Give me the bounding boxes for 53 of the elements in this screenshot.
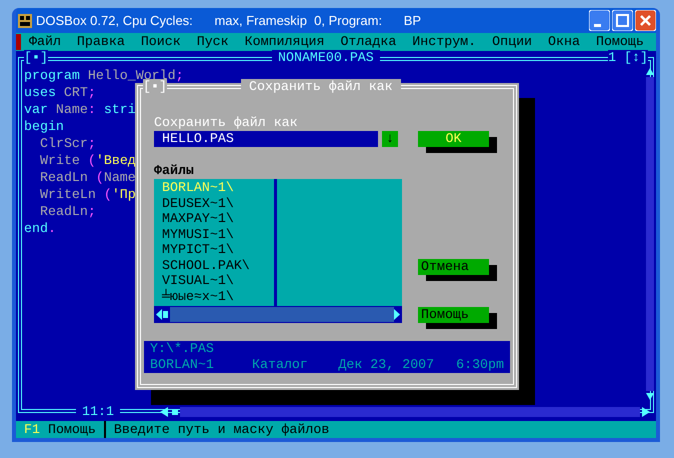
zoom-button[interactable]: [↕] bbox=[624, 50, 648, 66]
vertical-scrollbar[interactable] bbox=[646, 67, 654, 401]
code-line: end. bbox=[24, 220, 56, 237]
menu-item[interactable]: Окна bbox=[548, 33, 580, 51]
menu-item[interactable]: Опции bbox=[492, 33, 532, 51]
list-scrollbar[interactable] bbox=[154, 306, 402, 323]
file-item[interactable]: DEUSEX~1\ bbox=[162, 196, 274, 211]
menu-marker bbox=[16, 34, 21, 50]
app-icon bbox=[18, 14, 32, 28]
code-line: begin bbox=[24, 118, 64, 135]
horizontal-scrollbar[interactable] bbox=[160, 407, 650, 417]
menu-item[interactable]: Файл bbox=[29, 33, 61, 51]
file-name-field[interactable]: HELLO.PAS bbox=[154, 131, 378, 147]
info-type: Каталог bbox=[252, 357, 309, 373]
info-time: 6:30pm bbox=[456, 357, 504, 373]
code-line: uses CRT; bbox=[24, 84, 96, 101]
window-number: 1 bbox=[608, 50, 616, 66]
files-label: Файлы bbox=[154, 163, 195, 179]
status-key: F1 bbox=[24, 421, 40, 438]
file-item[interactable]: MYMUSI~1\ bbox=[162, 226, 274, 242]
minimize-icon[interactable] bbox=[589, 10, 610, 31]
menu-item[interactable]: Поиск bbox=[140, 33, 181, 51]
menu-item[interactable]: Компиляция bbox=[244, 33, 324, 51]
code-line: ClrScr; bbox=[39, 135, 96, 152]
file-item[interactable]: ╧юые≈х~1\ bbox=[162, 288, 274, 304]
menu-item[interactable]: Помощь bbox=[596, 33, 644, 51]
file-item[interactable]: MAXPAY~1\ bbox=[162, 211, 274, 226]
status-hint: Введите путь и маску файлов bbox=[114, 421, 330, 438]
field-label: Сохранить файл как bbox=[154, 115, 299, 131]
menu-item[interactable]: Правка bbox=[76, 33, 125, 51]
menu-item[interactable]: Пуск bbox=[196, 33, 229, 51]
close-icon[interactable] bbox=[635, 10, 656, 31]
dialog-title: Сохранить файл как bbox=[241, 79, 401, 95]
menu-item[interactable]: Инструм. bbox=[412, 33, 476, 51]
file-item[interactable]: MYPICT~1\ bbox=[162, 242, 274, 258]
path-text: Y:\*.PAS bbox=[150, 341, 215, 357]
dialog-button[interactable]: Отмена bbox=[418, 259, 489, 275]
code-line: ReadLn; bbox=[39, 203, 96, 220]
status-key-label: Помощь bbox=[48, 421, 106, 438]
menu-item[interactable]: Отладка bbox=[340, 33, 396, 51]
info-date: Дек 23, 2007 bbox=[338, 357, 436, 373]
file-item[interactable]: VISUAL~1\ bbox=[162, 273, 274, 288]
code-line: Write ('Введ bbox=[39, 152, 136, 169]
code-line: WriteLn ('Пр bbox=[39, 186, 136, 203]
file-item[interactable]: SCHOOL.PAK\ bbox=[162, 258, 274, 273]
close-button[interactable]: [▪] bbox=[24, 50, 48, 66]
info-name: BORLAN~1 bbox=[150, 357, 215, 373]
history-button[interactable]: ↓ bbox=[382, 131, 398, 147]
code-line: var Name: stri bbox=[24, 101, 136, 118]
window-title: DOSBox 0.72, Cpu Cycles: max, Frameskip 0, Program: BP bbox=[36, 12, 422, 30]
maximize-icon[interactable] bbox=[612, 10, 633, 31]
dialog-button[interactable]: Помощь bbox=[418, 307, 489, 323]
code-line: ReadLn (Name bbox=[39, 169, 136, 186]
